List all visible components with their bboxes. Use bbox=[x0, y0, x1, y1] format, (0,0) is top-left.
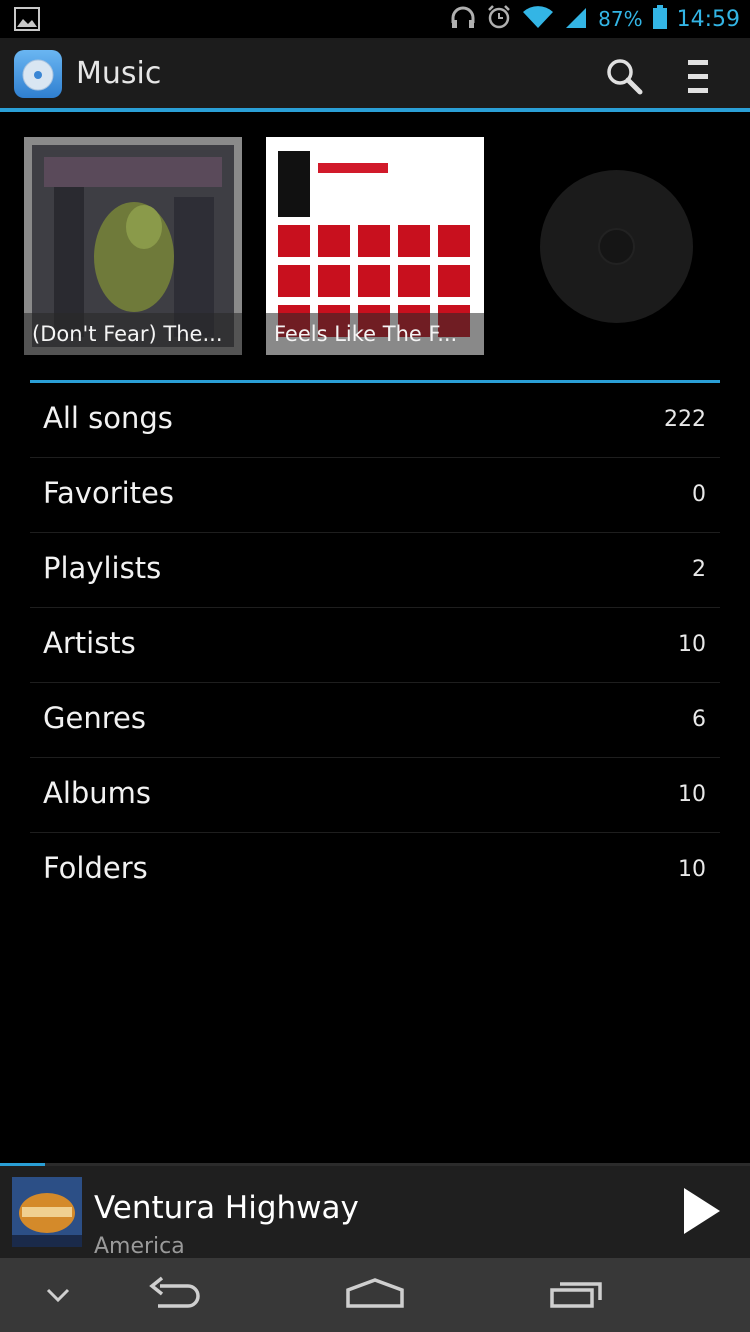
category-list: All songs 222 Favorites 0 Playlists 2 Ar… bbox=[30, 383, 720, 908]
list-item-all-songs[interactable]: All songs 222 bbox=[30, 383, 720, 458]
list-item-count: 10 bbox=[678, 782, 706, 807]
list-item-label: Albums bbox=[43, 776, 152, 810]
overflow-menu-icon[interactable] bbox=[676, 52, 720, 102]
gallery-notification-icon bbox=[14, 7, 40, 35]
album-cover-tile[interactable]: (Don't Fear) The... bbox=[24, 137, 242, 355]
list-item-favorites[interactable]: Favorites 0 bbox=[30, 458, 720, 533]
now-playing-artwork[interactable] bbox=[12, 1177, 82, 1247]
alarm-icon bbox=[486, 4, 512, 34]
battery-icon bbox=[652, 5, 667, 33]
list-item-count: 222 bbox=[664, 407, 706, 432]
disc-center-icon bbox=[598, 228, 635, 265]
list-item-albums[interactable]: Albums 10 bbox=[30, 758, 720, 833]
list-item-count: 6 bbox=[692, 707, 706, 732]
list-item-label: Artists bbox=[43, 626, 136, 660]
action-bar-divider bbox=[0, 108, 750, 112]
clock: 14:59 bbox=[676, 6, 740, 32]
battery-percent: 87% bbox=[598, 7, 643, 31]
app-title: Music bbox=[76, 56, 162, 91]
back-icon[interactable] bbox=[144, 1270, 208, 1320]
list-item-artists[interactable]: Artists 10 bbox=[30, 608, 720, 683]
list-item-count: 2 bbox=[692, 557, 706, 582]
hide-keyboard-chevron-icon[interactable] bbox=[40, 1270, 76, 1320]
now-playing-artist: America bbox=[94, 1234, 185, 1259]
play-icon[interactable] bbox=[678, 1186, 726, 1236]
search-icon[interactable] bbox=[600, 52, 650, 102]
list-item-label: Genres bbox=[43, 701, 146, 735]
album-caption: Feels Like The F... bbox=[266, 313, 484, 355]
album-caption: (Don't Fear) The... bbox=[24, 313, 242, 355]
list-item-count: 10 bbox=[678, 857, 706, 882]
list-item-genres[interactable]: Genres 6 bbox=[30, 683, 720, 758]
now-playing-title: Ventura Highway bbox=[94, 1190, 359, 1226]
headphones-icon bbox=[450, 5, 476, 33]
home-icon[interactable] bbox=[342, 1270, 408, 1320]
status-bar: 87% 14:59 bbox=[0, 0, 750, 38]
list-item-label: Folders bbox=[43, 851, 148, 885]
list-item-label: All songs bbox=[43, 401, 173, 435]
list-item-playlists[interactable]: Playlists 2 bbox=[30, 533, 720, 608]
list-item-count: 0 bbox=[692, 482, 706, 507]
music-app-icon[interactable] bbox=[14, 50, 62, 98]
list-item-label: Playlists bbox=[43, 551, 162, 585]
recents-icon[interactable] bbox=[546, 1270, 606, 1320]
album-cover-tile[interactable]: Feels Like The F... bbox=[266, 137, 484, 355]
list-item-count: 10 bbox=[678, 632, 706, 657]
signal-icon bbox=[564, 5, 588, 33]
wifi-icon bbox=[522, 5, 554, 33]
list-item-label: Favorites bbox=[43, 476, 174, 510]
list-item-folders[interactable]: Folders 10 bbox=[30, 833, 720, 908]
